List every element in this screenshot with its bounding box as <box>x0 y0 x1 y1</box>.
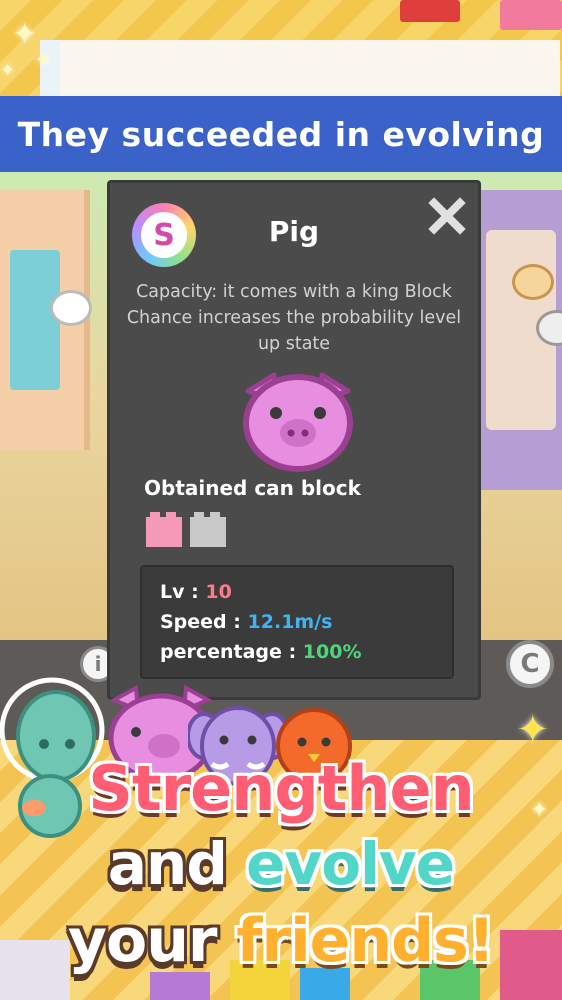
obtained-block-label: Obtained can block <box>144 476 361 500</box>
level-label: Lv <box>160 581 185 603</box>
headline-line-3: your friends! <box>0 906 562 976</box>
headline-line-2: and evolve <box>0 830 562 898</box>
separator: : <box>288 641 297 663</box>
bg-block <box>60 40 560 96</box>
sparkle-icon: ✦ <box>34 48 53 73</box>
c-button[interactable]: C <box>506 640 554 688</box>
block-shape <box>190 512 226 547</box>
close-icon[interactable] <box>428 197 466 235</box>
stat-percentage: percentage : 100% <box>160 637 434 667</box>
headline-word-friends: friends! <box>236 906 495 976</box>
evolve-banner: They succeeded in evolving <box>0 96 562 172</box>
bg-block <box>500 0 562 30</box>
stat-speed: Speed : 12.1m/s <box>160 607 434 637</box>
separator: : <box>233 611 241 633</box>
banner-text: They succeeded in evolving <box>17 114 545 154</box>
character-description: Capacity: it comes with a king Block Cha… <box>126 282 462 354</box>
bg-block <box>400 0 460 22</box>
stats-panel: Lv : 10 Speed : 12.1m/s percentage : 100… <box>140 565 454 679</box>
background-cow-icon <box>512 264 554 300</box>
speed-label: Speed <box>160 611 227 633</box>
background-door <box>10 250 60 390</box>
pig-face-icon <box>243 372 353 472</box>
floor-block <box>150 972 210 1000</box>
block-shape <box>146 512 182 547</box>
separator: : <box>191 581 199 603</box>
character-detail-dialog: S Pig Capacity: it comes with a king Blo… <box>107 180 481 700</box>
sparkle-icon: ✦ <box>516 707 550 753</box>
stat-level: Lv : 10 <box>160 577 434 607</box>
pink-block-icon <box>144 509 184 549</box>
sparkle-icon: ✦ <box>12 17 38 52</box>
gray-block-icon <box>188 509 228 549</box>
headline-line-1: Strengthen <box>88 752 474 825</box>
percentage-label: percentage <box>160 641 282 663</box>
c-icon: C <box>520 649 540 679</box>
headline-word-your: your <box>67 906 218 976</box>
percentage-value: 100% <box>302 641 362 663</box>
background-top <box>0 0 562 110</box>
sparkle-icon: ✦ <box>0 60 16 81</box>
character-name: Pig <box>268 215 320 248</box>
level-value: 10 <box>205 581 232 603</box>
background-character-icon <box>50 290 92 326</box>
info-icon: i <box>94 652 102 676</box>
headline-word-evolve: evolve <box>246 830 455 898</box>
headline-word-and: and <box>107 830 228 898</box>
speed-value: 12.1m/s <box>247 611 333 633</box>
